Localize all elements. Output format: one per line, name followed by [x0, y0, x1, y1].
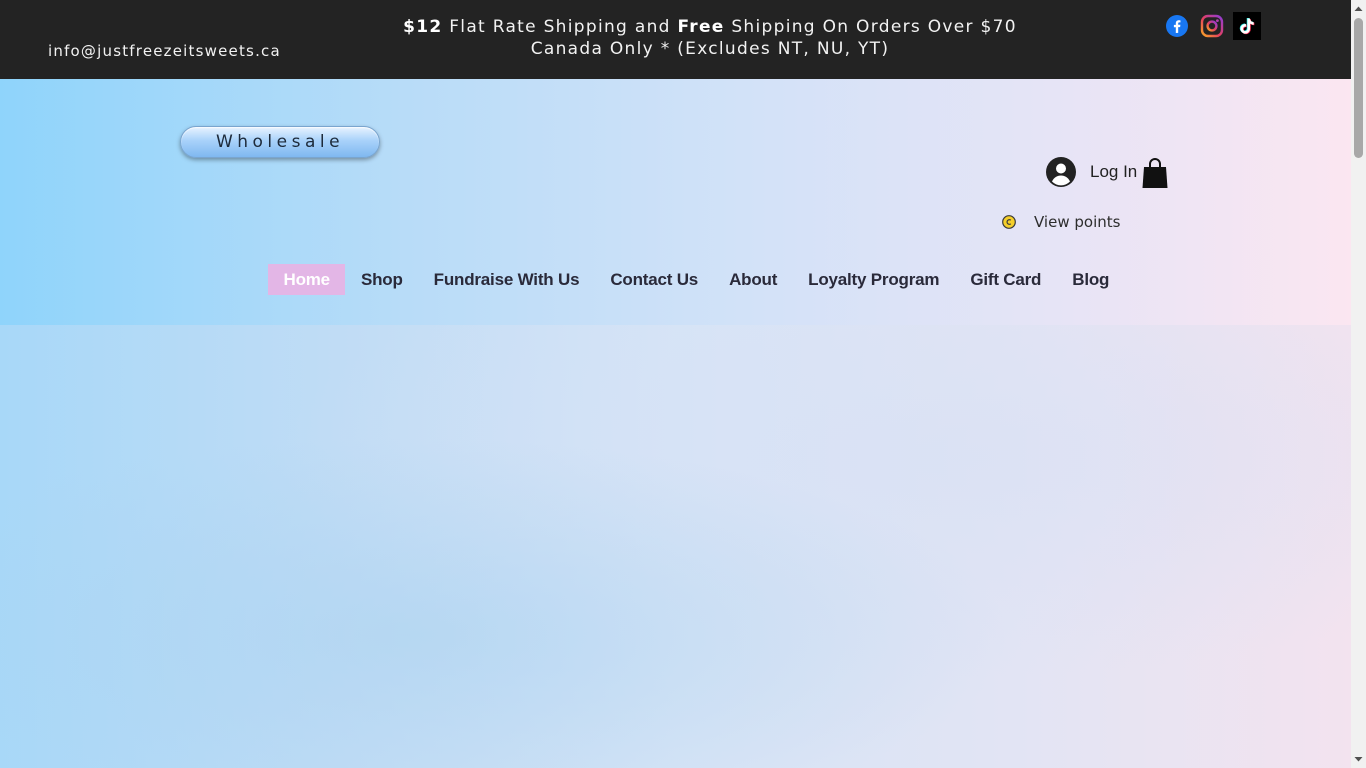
- tiktok-icon[interactable]: [1233, 12, 1261, 40]
- site-header: Wholesale Log In View points Home Shop F…: [0, 79, 1351, 325]
- promo-text-2: Shipping On Orders Over $70: [724, 17, 1017, 37]
- contact-email[interactable]: info@justfreezeitsweets.ca: [48, 42, 281, 60]
- main-navigation: Home Shop Fundraise With Us Contact Us A…: [268, 264, 1125, 295]
- points-coin-icon: [1002, 215, 1016, 229]
- view-points-link[interactable]: View points: [1002, 213, 1120, 231]
- promo-line-2: Canada Only * (Excludes NT, NU, YT): [530, 39, 890, 59]
- promo-price: $12: [403, 17, 443, 37]
- nav-item-contact[interactable]: Contact Us: [595, 264, 714, 295]
- nav-item-about[interactable]: About: [714, 264, 793, 295]
- login-button[interactable]: Log In: [1046, 157, 1137, 187]
- user-avatar-icon: [1046, 157, 1076, 187]
- login-label: Log In: [1090, 162, 1138, 181]
- scroll-down-arrow-icon[interactable]: [1354, 755, 1363, 764]
- nav-item-blog[interactable]: Blog: [1057, 264, 1125, 295]
- shipping-promo: $12 Flat Rate Shipping and Free Shipping…: [360, 16, 1060, 60]
- scroll-up-arrow-icon[interactable]: [1354, 4, 1363, 13]
- promo-text-1: Flat Rate Shipping and: [442, 17, 678, 37]
- view-points-label: View points: [1034, 213, 1121, 231]
- social-links: [1163, 12, 1261, 40]
- hero-banner: [0, 325, 1351, 768]
- scrollbar-thumb[interactable]: [1354, 18, 1363, 158]
- facebook-icon[interactable]: [1163, 12, 1191, 40]
- nav-item-loyalty[interactable]: Loyalty Program: [793, 264, 955, 295]
- nav-item-fundraise[interactable]: Fundraise With Us: [418, 264, 595, 295]
- announcement-bar: info@justfreezeitsweets.ca $12 Flat Rate…: [0, 0, 1351, 79]
- instagram-icon[interactable]: [1198, 12, 1226, 40]
- nav-item-home[interactable]: Home: [268, 264, 346, 295]
- wholesale-button[interactable]: Wholesale: [180, 126, 380, 158]
- promo-line-1: $12 Flat Rate Shipping and Free Shipping…: [360, 16, 1060, 38]
- page-scrollbar[interactable]: [1351, 0, 1366, 768]
- shopping-bag-icon[interactable]: [1141, 157, 1169, 189]
- nav-item-shop[interactable]: Shop: [345, 264, 418, 295]
- promo-free: Free: [677, 17, 725, 37]
- nav-item-gift-card[interactable]: Gift Card: [955, 264, 1057, 295]
